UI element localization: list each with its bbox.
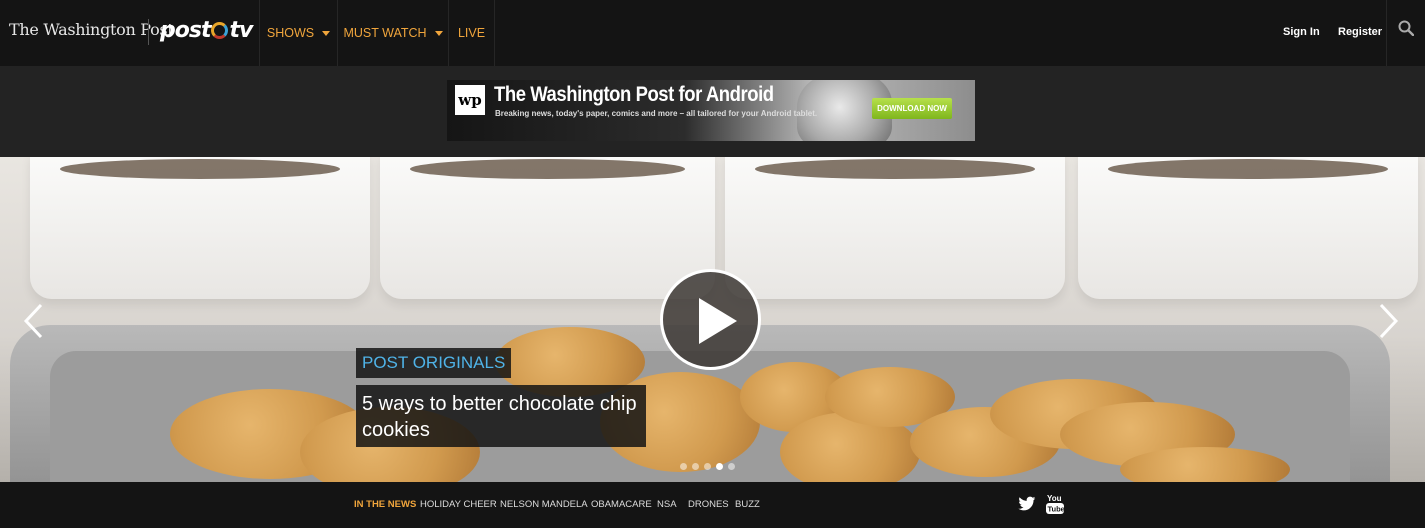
posttv-logo[interactable]: post tv: [160, 18, 253, 43]
nav-shows[interactable]: SHOWS: [259, 0, 337, 66]
top-navigation: The Washington Post post tv SHOWS MUST WA…: [0, 0, 1425, 66]
nav-must-watch-label: MUST WATCH: [343, 26, 427, 40]
search-button[interactable]: [1386, 0, 1425, 66]
carousel-dot-active[interactable]: [716, 463, 723, 470]
bowl-contents: [410, 159, 685, 179]
in-the-news-bar: IN THE NEWS HOLIDAY CHEER NELSON MANDELA…: [0, 482, 1425, 528]
category-label[interactable]: POST ORIGINALS: [356, 348, 512, 378]
chevron-left-icon[interactable]: [22, 302, 44, 340]
sign-in-link[interactable]: Sign In: [1283, 26, 1320, 38]
ad-title: The Washington Post for Android: [494, 83, 774, 106]
carousel-dot[interactable]: [680, 463, 687, 470]
ad-band: wp The Washington Post for Android Break…: [0, 66, 1425, 157]
hero-image-bowl: [380, 157, 715, 299]
news-link-buzz[interactable]: BUZZ: [735, 499, 760, 510]
posttv-logo-tv: tv: [229, 18, 253, 43]
play-button[interactable]: [660, 269, 761, 370]
carousel-dots: [680, 463, 735, 471]
register-link[interactable]: Register: [1338, 26, 1382, 38]
bowl-contents: [1108, 159, 1388, 179]
hero-image-bowl: [725, 157, 1065, 299]
hero-video-carousel: POST ORIGINALS 5 ways to better chocolat…: [0, 157, 1425, 482]
chevron-down-icon: [434, 30, 443, 36]
news-link-nelson-mandela[interactable]: NELSON MANDELA: [500, 499, 588, 510]
news-link-drones[interactable]: DRONES: [688, 499, 729, 510]
hero-image-bowl: [30, 157, 370, 299]
news-link-obamacare[interactable]: OBAMACARE: [591, 499, 652, 510]
carousel-dot[interactable]: [704, 463, 711, 470]
bowl-contents: [60, 159, 340, 179]
carousel-dot[interactable]: [692, 463, 699, 470]
svg-text:Tube: Tube: [1048, 505, 1065, 514]
nav-live-label: LIVE: [457, 26, 486, 40]
youtube-icon[interactable]: You Tube: [1046, 493, 1064, 515]
twitter-icon[interactable]: [1018, 496, 1036, 512]
logo-divider: [148, 19, 149, 45]
nav-live[interactable]: LIVE: [448, 0, 495, 66]
in-the-news-label: IN THE NEWS: [354, 499, 417, 510]
hero-image-bowl: [1078, 157, 1418, 299]
play-circle-icon: [211, 22, 229, 39]
play-icon: [699, 298, 737, 344]
wp-logo-icon: wp: [455, 85, 485, 115]
video-headline[interactable]: 5 ways to better chocolate chip cookies: [356, 385, 646, 447]
carousel-dot[interactable]: [728, 463, 735, 470]
android-app-ad[interactable]: wp The Washington Post for Android Break…: [447, 80, 975, 141]
posttv-logo-post: post: [160, 18, 211, 43]
svg-text:You: You: [1047, 494, 1062, 503]
news-link-nsa[interactable]: NSA: [657, 499, 677, 510]
chevron-right-icon[interactable]: [1378, 302, 1400, 340]
search-icon: [1398, 20, 1414, 36]
nav-must-watch[interactable]: MUST WATCH: [337, 0, 448, 66]
chevron-down-icon: [322, 30, 331, 36]
bowl-contents: [755, 159, 1035, 179]
download-now-button[interactable]: DOWNLOAD NOW: [872, 98, 952, 119]
nav-shows-label: SHOWS: [266, 26, 315, 40]
news-link-holiday-cheer[interactable]: HOLIDAY CHEER: [420, 499, 497, 510]
ad-subtitle: Breaking news, today's paper, comics and…: [495, 109, 818, 118]
